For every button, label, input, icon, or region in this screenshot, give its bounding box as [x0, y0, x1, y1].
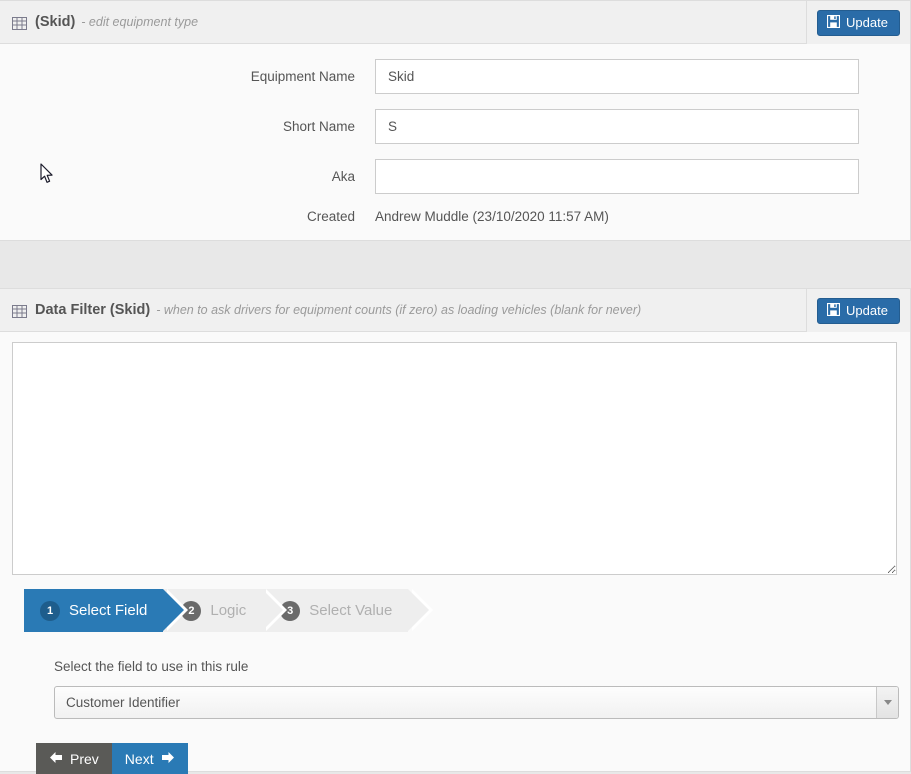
chevron-down-icon[interactable]	[876, 687, 898, 718]
data-filter-panel: Data Filter (Skid) - when to ask drivers…	[0, 288, 911, 774]
form-row-short-name: Short Name	[0, 109, 910, 144]
equipment-name-label: Equipment Name	[250, 69, 355, 84]
wizard-nav-buttons: Prev Next	[36, 743, 898, 774]
data-filter-panel-title: Data Filter (Skid)	[35, 302, 151, 318]
short-name-input[interactable]	[375, 109, 859, 144]
caret-shape	[883, 700, 892, 705]
data-filter-panel-subtitle: - when to ask drivers for equipment coun…	[156, 303, 642, 317]
grid-table-icon	[12, 304, 27, 318]
created-value: Andrew Muddle (23/10/2020 11:57 AM)	[375, 209, 609, 224]
grid-table-icon	[12, 16, 27, 30]
data-filter-update-label: Update	[846, 303, 888, 318]
data-filter-update-button[interactable]: Update	[817, 297, 900, 324]
data-filter-update-button-cell: Update	[806, 289, 910, 332]
wizard-step-2-label: Logic	[210, 602, 247, 619]
wizard-step-1-number: 1	[40, 600, 60, 621]
prev-button-label: Prev	[70, 750, 99, 767]
select-field-help-text: Select the field to use in this rule	[54, 659, 249, 674]
data-filter-body: 1 Select Field 2 Logic 3 Select Value Se…	[0, 332, 910, 774]
arrow-right-icon	[161, 751, 175, 767]
prev-button[interactable]: Prev	[36, 743, 112, 774]
next-button-label: Next	[124, 750, 154, 767]
equipment-panel-subtitle: - edit equipment type	[81, 15, 199, 29]
form-row-aka: Aka	[0, 159, 910, 194]
next-button[interactable]: Next	[111, 743, 188, 774]
save-floppy-icon	[826, 302, 841, 318]
aka-label: Aka	[331, 169, 355, 184]
arrow-left-icon	[49, 751, 63, 767]
equipment-panel: (Skid) - edit equipment type Update Equi…	[0, 0, 911, 241]
field-select-value: Customer Identifier	[66, 695, 181, 710]
wizard-step-select-field[interactable]: 1 Select Field	[24, 589, 189, 632]
field-select-dropdown[interactable]: Customer Identifier	[54, 686, 899, 719]
aka-input[interactable]	[375, 159, 859, 194]
save-floppy-icon	[826, 14, 841, 30]
equipment-update-button-cell: Update	[806, 1, 910, 44]
created-label: Created	[306, 209, 355, 224]
data-filter-panel-header: Data Filter (Skid) - when to ask drivers…	[0, 289, 910, 332]
equipment-update-label: Update	[846, 15, 888, 30]
wizard-step-1-label: Select Field	[69, 602, 148, 619]
data-filter-textarea[interactable]	[12, 342, 897, 575]
form-row-created: Created Andrew Muddle (23/10/2020 11:57 …	[0, 209, 910, 224]
equipment-panel-header: (Skid) - edit equipment type Update	[0, 1, 910, 44]
equipment-update-button[interactable]: Update	[817, 9, 900, 36]
equipment-form: Equipment Name Short Name Aka Created An…	[0, 59, 910, 224]
equipment-panel-title: (Skid)	[35, 14, 76, 30]
short-name-label: Short Name	[282, 119, 355, 134]
wizard-step-3-label: Select Value	[309, 602, 393, 619]
form-row-equipment-name: Equipment Name	[0, 59, 910, 94]
filter-wizard-steps: 1 Select Field 2 Logic 3 Select Value	[24, 589, 898, 632]
equipment-name-input[interactable]	[375, 59, 859, 94]
